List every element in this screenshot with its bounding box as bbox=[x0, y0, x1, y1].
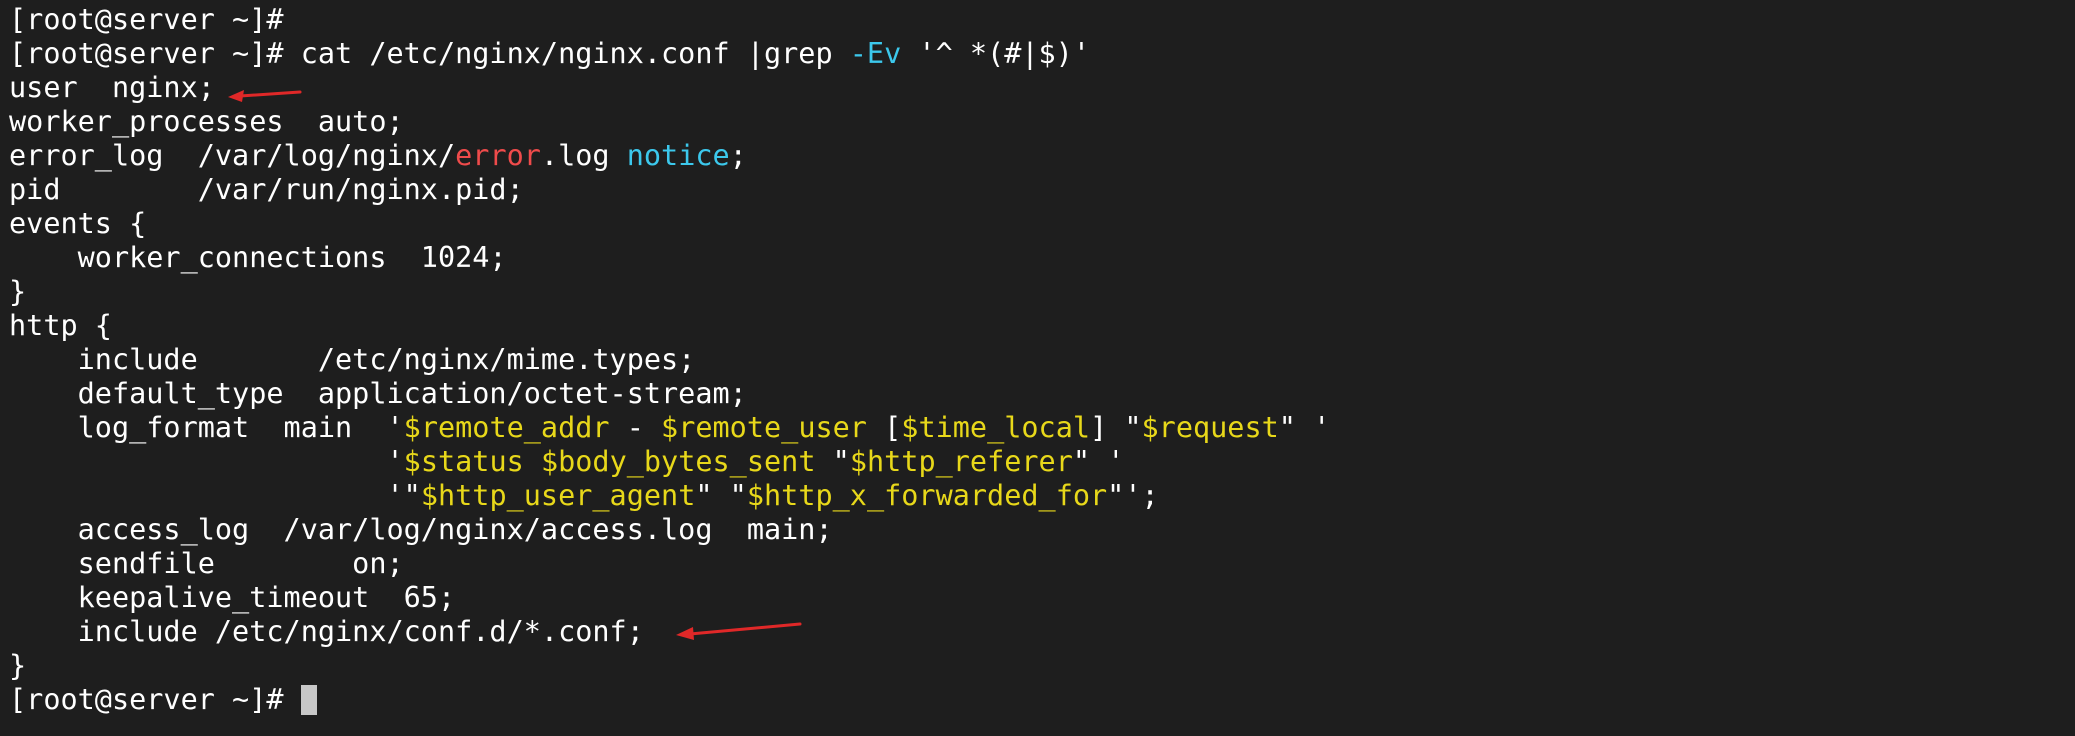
terminal-text-segment: " ' bbox=[1072, 445, 1125, 478]
terminal-line: events { bbox=[9, 207, 2075, 241]
terminal-text-segment: $http_referer bbox=[849, 445, 1073, 478]
terminal-text-segment: pid /var/run/nginx.pid; bbox=[9, 173, 524, 206]
terminal-text-segment: notice bbox=[626, 139, 730, 172]
terminal-text-segment: log_format main ' bbox=[9, 411, 404, 444]
terminal-text-segment: [root@server ~]# bbox=[9, 683, 301, 716]
terminal-line: log_format main '$remote_addr - $remote_… bbox=[9, 411, 2075, 445]
terminal-text-segment: -Ev bbox=[849, 37, 902, 70]
terminal-text-segment: $body_bytes_sent bbox=[540, 445, 816, 478]
terminal-text-segment: worker_connections 1024; bbox=[9, 241, 507, 274]
terminal-text-segment: } bbox=[9, 275, 27, 308]
terminal-line: keepalive_timeout 65; bbox=[9, 581, 2075, 615]
terminal-line: } bbox=[9, 275, 2075, 309]
terminal-text-segment: $http_x_forwarded_for bbox=[746, 479, 1108, 512]
terminal-text-segment: ] " bbox=[1090, 411, 1142, 444]
terminal-line: user nginx; bbox=[9, 71, 2075, 105]
terminal-text-segment: .log bbox=[540, 139, 627, 172]
terminal-text-segment: keepalive_timeout 65; bbox=[9, 581, 456, 614]
terminal-line: [root@server ~]# bbox=[9, 3, 2075, 37]
terminal-text-segment: '" bbox=[9, 479, 421, 512]
terminal-text-segment: sendfile on; bbox=[9, 547, 404, 580]
terminal-line: include /etc/nginx/conf.d/*.conf; bbox=[9, 615, 2075, 649]
terminal-line: pid /var/run/nginx.pid; bbox=[9, 173, 2075, 207]
terminal-line: sendfile on; bbox=[9, 547, 2075, 581]
terminal-text-segment: include /etc/nginx/conf.d/*.conf; bbox=[9, 615, 644, 648]
terminal-text-segment: " bbox=[815, 445, 850, 478]
terminal-line: worker_connections 1024; bbox=[9, 241, 2075, 275]
terminal-text-segment: [root@server ~]# cat /etc/nginx/nginx.co… bbox=[9, 37, 850, 70]
terminal-line: include /etc/nginx/mime.types; bbox=[9, 343, 2075, 377]
terminal-line: '$status $body_bytes_sent "$http_referer… bbox=[9, 445, 2075, 479]
terminal-text-segment: $time_local bbox=[901, 411, 1091, 444]
terminal-line: access_log /var/log/nginx/access.log mai… bbox=[9, 513, 2075, 547]
terminal-text-segment: ' bbox=[9, 445, 404, 478]
terminal-text-segment: worker_processes auto; bbox=[9, 105, 404, 138]
terminal-cursor bbox=[300, 685, 317, 715]
terminal-line: worker_processes auto; bbox=[9, 105, 2075, 139]
terminal-text-segment: default_type application/octet-stream; bbox=[9, 377, 747, 410]
terminal-line: http { bbox=[9, 309, 2075, 343]
terminal-line: [root@server ~]# bbox=[9, 683, 2075, 717]
terminal-text-segment: events { bbox=[9, 207, 147, 240]
terminal-text-segment: [root@server ~]# bbox=[9, 3, 284, 36]
terminal-text-segment: " ' bbox=[1278, 411, 1331, 444]
terminal-window[interactable]: [root@server ~]# [root@server ~]# cat /et… bbox=[0, 0, 2075, 736]
terminal-line: [root@server ~]# cat /etc/nginx/nginx.co… bbox=[9, 37, 2075, 71]
terminal-text-segment: error bbox=[455, 139, 541, 172]
terminal-text-segment: $remote_addr bbox=[403, 411, 610, 444]
terminal-line: default_type application/octet-stream; bbox=[9, 377, 2075, 411]
terminal-text-segment: "'; bbox=[1107, 479, 1159, 512]
terminal-text-segment: '^ *(#|$)' bbox=[901, 37, 1090, 70]
terminal-line: error_log /var/log/nginx/error.log notic… bbox=[9, 139, 2075, 173]
terminal-text-segment: user nginx; bbox=[9, 71, 215, 104]
terminal-text-segment: - bbox=[609, 411, 662, 444]
terminal-line: '"$http_user_agent" "$http_x_forwarded_f… bbox=[9, 479, 2075, 513]
terminal-text-segment: [ bbox=[866, 411, 902, 444]
terminal-text-segment: http { bbox=[9, 309, 112, 342]
terminal-text-segment: $status bbox=[403, 445, 524, 478]
terminal-text-segment: access_log /var/log/nginx/access.log mai… bbox=[9, 513, 833, 546]
terminal-line: } bbox=[9, 649, 2075, 683]
terminal-text-segment: ; bbox=[729, 139, 747, 172]
terminal-text-segment: $remote_user bbox=[661, 411, 867, 444]
terminal-text-segment: $request bbox=[1141, 411, 1279, 444]
terminal-text-segment: $http_user_agent bbox=[420, 479, 696, 512]
terminal-text-segment: error_log /var/log/nginx/ bbox=[9, 139, 456, 172]
terminal-text-segment: include /etc/nginx/mime.types; bbox=[9, 343, 696, 376]
terminal-text-segment: " " bbox=[695, 479, 747, 512]
terminal-text-segment: } bbox=[9, 649, 27, 682]
